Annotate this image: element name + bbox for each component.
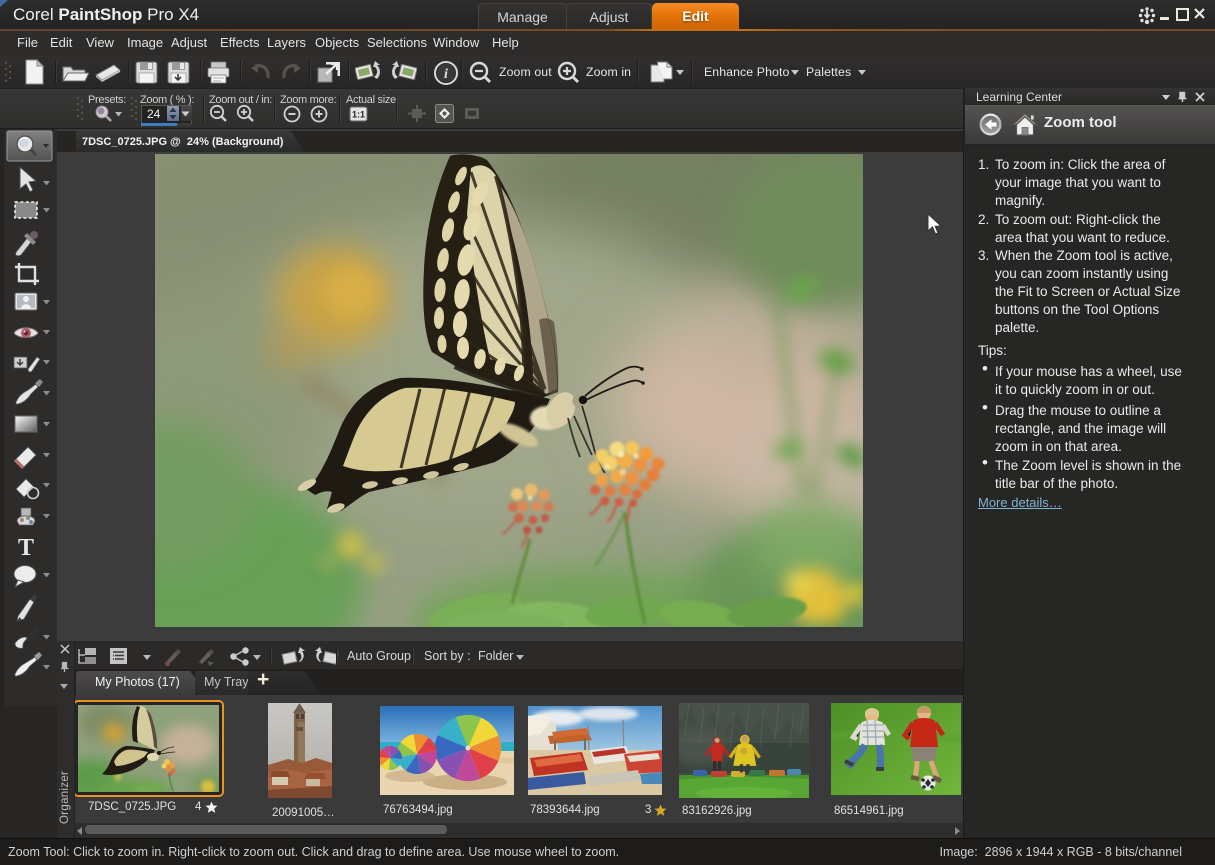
svg-text:1:1: 1:1 xyxy=(352,110,365,120)
svg-text:i: i xyxy=(444,67,448,82)
svg-text:T: T xyxy=(18,535,34,561)
